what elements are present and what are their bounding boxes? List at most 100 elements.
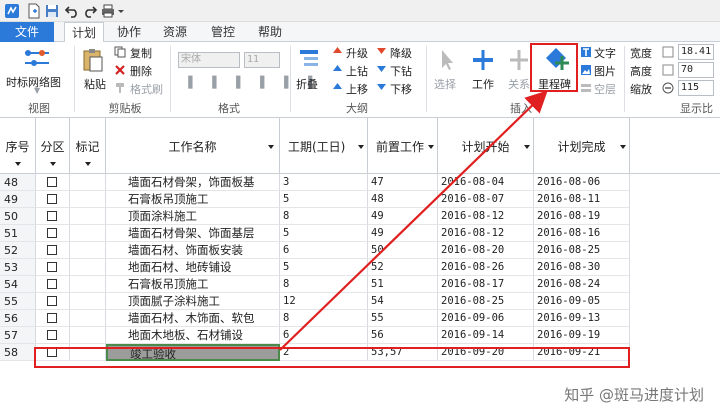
row-predecessor[interactable]: 48 [368,191,438,208]
row-predecessor[interactable]: 49 [368,225,438,242]
row-mark[interactable] [70,310,106,327]
zone-checkbox[interactable] [47,279,57,289]
picture-button[interactable]: 图片 [594,63,616,79]
row-name[interactable]: 石膏板吊顶施工 [106,191,280,208]
row-name[interactable]: 墙面石材骨架、饰面基层 [106,225,280,242]
row-zone-checkbox[interactable] [36,191,70,208]
delete-icon[interactable] [114,64,126,76]
row-seq[interactable]: 48 [0,174,36,191]
row-mark[interactable] [70,225,106,242]
header-seq-dropdown-icon[interactable] [15,162,21,166]
zone-checkbox[interactable] [47,262,57,272]
upgrade-button[interactable]: 升级 [346,45,368,61]
table-row[interactable]: 50 顶面涂料施工 8 49 2016-08-12 2016-08-19 [0,208,720,225]
header-zone-dropdown-icon[interactable] [50,162,56,166]
header-mark[interactable]: 标记 [70,118,106,174]
font-size-select[interactable]: 11 [244,52,280,68]
row-name[interactable]: 石膏板吊顶施工 [106,276,280,293]
row-duration[interactable]: 8 [280,310,368,327]
row-finish[interactable]: 2016-09-05 [534,293,630,310]
redo-icon[interactable] [82,3,98,19]
row-predecessor[interactable]: 50 [368,242,438,259]
row-finish[interactable]: 2016-08-24 [534,276,630,293]
row-seq[interactable]: 58 [0,344,36,361]
row-seq[interactable]: 50 [0,208,36,225]
row-name[interactable]: 地面石材、地砖铺设 [106,259,280,276]
row-predecessor[interactable]: 47 [368,174,438,191]
row-start[interactable]: 2016-08-04 [438,174,534,191]
header-duration[interactable]: 工期(工日) [280,118,368,174]
tab-control[interactable]: 管控 [204,22,242,42]
row-mark[interactable] [70,259,106,276]
row-seq[interactable]: 57 [0,327,36,344]
row-predecessor[interactable]: 51 [368,276,438,293]
row-zone-checkbox[interactable] [36,208,70,225]
row-mark[interactable] [70,276,106,293]
delete-button[interactable]: 删除 [130,63,152,79]
undo-icon[interactable] [64,3,80,19]
save-icon[interactable] [44,3,60,19]
row-duration[interactable]: 12 [280,293,368,310]
table-row[interactable]: 49 石膏板吊顶施工 5 48 2016-08-07 2016-08-11 [0,191,720,208]
copy-button[interactable]: 复制 [130,45,152,61]
tab-resources[interactable]: 资源 [156,22,194,42]
format-painter-icon[interactable] [114,82,126,94]
select-icon[interactable] [436,48,456,72]
row-start[interactable]: 2016-08-26 [438,259,534,276]
tab-file[interactable]: 文件 [0,22,54,42]
text-icon[interactable] [580,46,592,58]
row-name[interactable]: 墙面石材、木饰面、软包 [106,310,280,327]
row-finish[interactable]: 2016-08-25 [534,242,630,259]
tab-collaborate[interactable]: 协作 [110,22,148,42]
header-predecessor-dropdown-icon[interactable] [428,145,434,149]
tab-plan[interactable]: 计划 [64,22,104,43]
row-name[interactable]: 地面木地板、石材铺设 [106,327,280,344]
paste-icon[interactable] [82,48,104,72]
row-mark[interactable] [70,208,106,225]
tab-help[interactable]: 帮助 [251,22,289,42]
row-finish[interactable]: 2016-09-13 [534,310,630,327]
header-predecessor[interactable]: 前置工作 [368,118,438,174]
row-duration[interactable]: 5 [280,191,368,208]
row-predecessor[interactable]: 56 [368,327,438,344]
row-start[interactable]: 2016-08-25 [438,293,534,310]
task-button[interactable]: 工作 [472,76,494,92]
table-row[interactable]: 55 顶面腻子涂料施工 12 54 2016-08-25 2016-09-05 [0,293,720,310]
font-family-select[interactable]: 宋体 [178,52,240,68]
picture-icon[interactable] [580,64,592,76]
row-seq[interactable]: 52 [0,242,36,259]
row-mark[interactable] [70,242,106,259]
row-finish[interactable]: 2016-09-19 [534,327,630,344]
row-predecessor[interactable]: 49 [368,208,438,225]
zone-checkbox[interactable] [47,177,57,187]
relation-icon[interactable] [508,48,530,72]
row-zone-checkbox[interactable] [36,310,70,327]
row-predecessor[interactable]: 55 [368,310,438,327]
move-down-button[interactable]: 下钻 [390,63,412,79]
row-finish[interactable]: 2016-08-16 [534,225,630,242]
spacer-icon[interactable] [580,82,592,94]
row-start[interactable]: 2016-09-06 [438,310,534,327]
row-zone-checkbox[interactable] [36,225,70,242]
header-mark-dropdown-icon[interactable] [85,162,91,166]
shift-up-button[interactable]: 上移 [346,81,368,97]
new-file-icon[interactable] [26,3,42,19]
row-seq[interactable]: 55 [0,293,36,310]
height-input[interactable]: 70 [678,62,714,78]
move-up-button[interactable]: 上钻 [346,63,368,79]
row-start[interactable]: 2016-08-20 [438,242,534,259]
quick-access-dropdown-icon[interactable] [116,3,126,19]
row-duration[interactable]: 8 [280,208,368,225]
row-seq[interactable]: 51 [0,225,36,242]
row-start[interactable]: 2016-09-14 [438,327,534,344]
header-name-dropdown-icon[interactable] [268,145,274,149]
select-button[interactable]: 选择 [434,76,456,92]
row-zone-checkbox[interactable] [36,259,70,276]
header-start-dropdown-icon[interactable] [524,145,530,149]
zone-checkbox[interactable] [47,313,57,323]
row-zone-checkbox[interactable] [36,327,70,344]
row-seq[interactable]: 49 [0,191,36,208]
row-zone-checkbox[interactable] [36,174,70,191]
row-start[interactable]: 2016-08-12 [438,208,534,225]
row-finish[interactable]: 2016-08-19 [534,208,630,225]
